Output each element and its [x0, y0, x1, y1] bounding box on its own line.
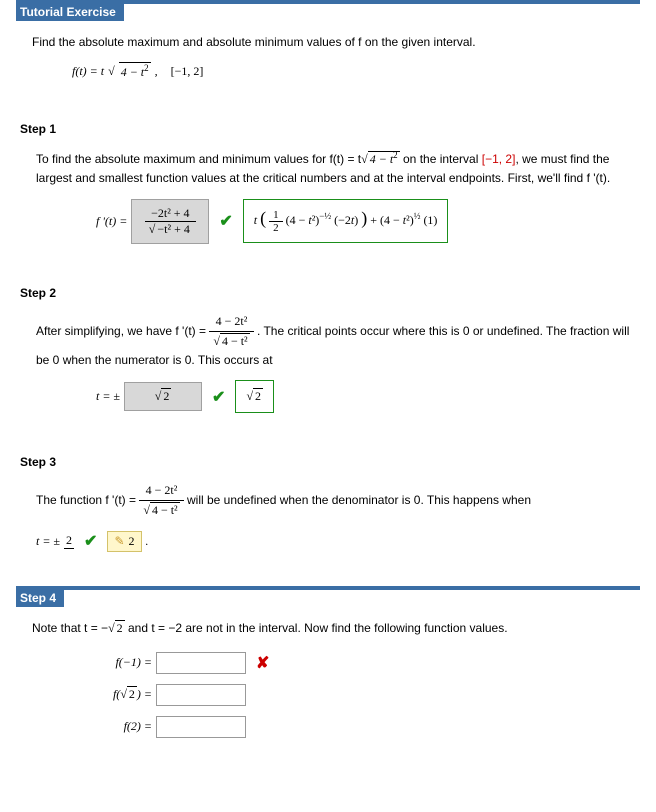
f-2-label: f(2) =	[82, 719, 152, 734]
step3-title: Step 3	[20, 455, 636, 469]
f-2-input[interactable]	[156, 716, 246, 738]
step1-title: Step 1	[20, 122, 636, 136]
step1-equation-row: f '(t) = −2t² + 4 √−t² + 4 ✔ t ( 12 (4 −…	[80, 199, 636, 244]
step3: Step 3 The function f '(t) = 4 − 2t² √4 …	[16, 455, 640, 585]
step4-header: Step 4	[16, 586, 640, 607]
f-of-2-row: f(2) =	[82, 716, 636, 738]
func-lhs: f(t) = t	[72, 64, 104, 79]
step3-text: The function f '(t) = 4 − 2t² √4 − t² wi…	[20, 481, 636, 520]
step3-t-equals: t = ±	[36, 534, 60, 549]
intro-function: f(t) = t √4 − t2 , [−1, 2]	[72, 62, 636, 80]
step2-correct-answer: √2	[235, 380, 274, 413]
checkmark-icon: ✔	[212, 387, 225, 407]
f-neg1-label: f(−1) =	[82, 655, 152, 670]
f-sqrt2-input[interactable]	[156, 684, 246, 706]
f-sqrt2-label: f(√2) =	[82, 687, 152, 702]
step1-text: To find the absolute maximum and minimum…	[20, 148, 636, 188]
intro-section: Find the absolute maximum and absolute m…	[16, 33, 640, 114]
step4: Note that t = −√2 and t = −2 are not in …	[16, 619, 640, 772]
f-of-sqrt2-row: f(√2) =	[82, 684, 636, 706]
step4-text: Note that t = −√2 and t = −2 are not in …	[32, 619, 636, 638]
step1: Step 1 To find the absolute maximum and …	[16, 122, 640, 277]
tutorial-header-label: Tutorial Exercise	[16, 4, 124, 21]
pencil-icon: ✎	[114, 534, 124, 548]
tutorial-header: Tutorial Exercise	[16, 0, 640, 21]
intro-prompt: Find the absolute maximum and absolute m…	[32, 33, 636, 52]
step2-answer-row: t = ± √2 ✔ √2	[80, 380, 636, 413]
step1-correct-answer: t ( 12 (4 − t²)−½ (−2t) ) + (4 − t²)½ (1…	[243, 199, 449, 243]
step1-grey-answer: −2t² + 4 √−t² + 4	[131, 199, 209, 244]
checkmark-icon: ✔	[219, 211, 232, 231]
cross-icon: ✘	[256, 653, 269, 673]
step3-answer-row: t = ± 2 ✔ ✎2 .	[20, 531, 636, 552]
step2-title: Step 2	[20, 286, 636, 300]
step3-boxed-answer: ✎2	[107, 531, 141, 552]
checkmark-icon: ✔	[84, 531, 97, 551]
step2-t-equals: t = ±	[96, 389, 120, 404]
step2-grey-answer: √2	[124, 382, 202, 411]
step3-user-answer: 2	[64, 533, 74, 549]
interval: [−1, 2]	[171, 64, 204, 79]
f-neg1-input[interactable]	[156, 652, 246, 674]
step4-title: Step 4	[16, 590, 64, 607]
step2: Step 2 After simplifying, we have f '(t)…	[16, 286, 640, 448]
step1-lhs: f '(t) =	[96, 214, 127, 229]
f-of-neg1-row: f(−1) = ✘	[82, 652, 636, 674]
step2-text: After simplifying, we have f '(t) = 4 − …	[20, 312, 636, 371]
